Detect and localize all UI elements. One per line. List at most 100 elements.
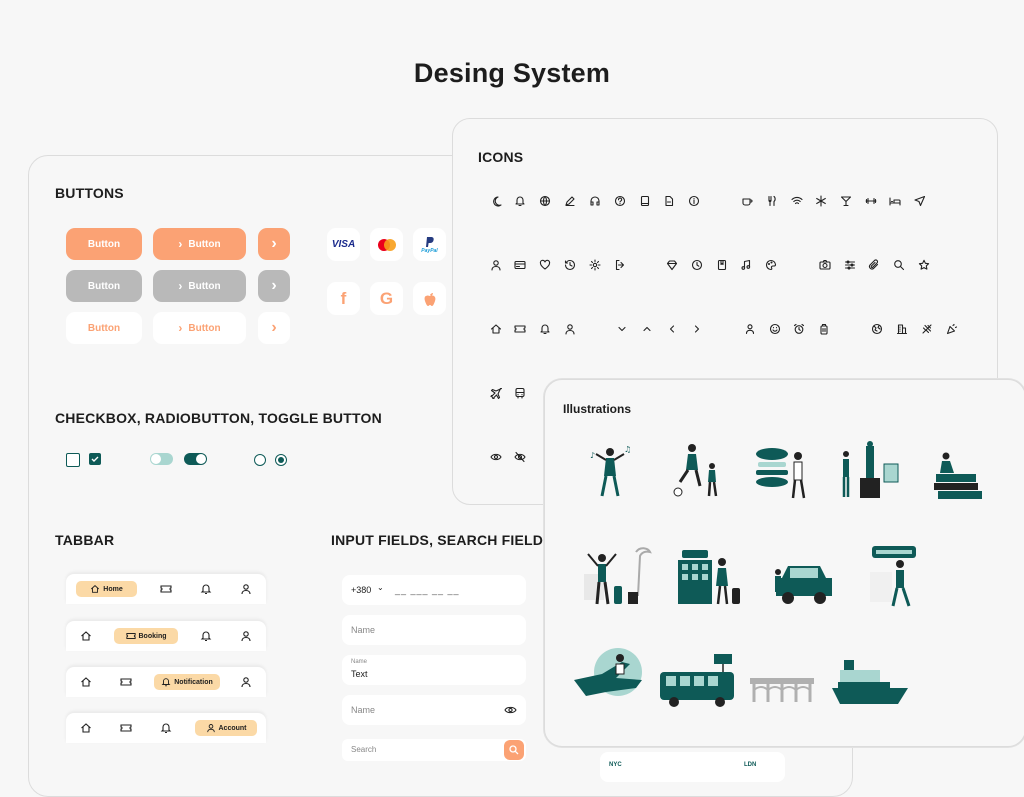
tab-label: Booking: [138, 632, 167, 640]
button-gray[interactable]: Button: [66, 270, 142, 302]
search-icon: [894, 260, 905, 271]
controls-section-title: CHECKBOX, RADIOBUTTON, TOGGLE BUTTON: [55, 410, 382, 426]
radio-selected[interactable]: [275, 454, 287, 466]
user-icon[interactable]: [240, 583, 252, 595]
music-icon: [741, 259, 751, 270]
button-orange[interactable]: Button: [66, 228, 142, 260]
home-icon: [490, 324, 502, 334]
google-button[interactable]: G: [370, 282, 403, 315]
checkbox-unchecked[interactable]: [66, 453, 80, 467]
chevron-right-icon: ›: [271, 277, 277, 294]
user-icon[interactable]: [240, 630, 252, 642]
search-icon: [509, 745, 519, 755]
sliders-icon: [844, 260, 856, 270]
paypal-button[interactable]: PayPal: [413, 228, 446, 261]
home-icon[interactable]: [80, 676, 92, 688]
chevron-up-icon: [643, 326, 651, 332]
tab-account[interactable]: Account: [195, 720, 257, 736]
chevron-down-icon: ⌄: [377, 583, 384, 592]
bell-icon[interactable]: [200, 630, 212, 642]
facebook-button[interactable]: f: [327, 282, 360, 315]
chevron-left-icon: [669, 325, 675, 333]
party-icon: [946, 323, 958, 335]
apple-button[interactable]: [413, 282, 446, 315]
bell-icon[interactable]: [200, 583, 212, 595]
to-code: LDN: [744, 762, 757, 768]
luggage-icon: [820, 323, 828, 335]
button-label: Button: [87, 238, 121, 250]
eye-icon: [490, 453, 502, 461]
ship-illustration: [832, 660, 908, 704]
from-code: NYC: [609, 762, 622, 768]
toggle-off[interactable]: [150, 453, 173, 465]
logout-icon: [615, 259, 625, 271]
bus-illustration: [660, 654, 734, 707]
palette-icon: [765, 259, 777, 271]
button-label: Button: [188, 322, 221, 334]
search-field[interactable]: Search: [342, 739, 526, 761]
plane-up-icon: [914, 195, 926, 207]
home-icon[interactable]: [80, 630, 92, 642]
music-dancer-illustration: ♪♫: [590, 445, 631, 497]
travel-beach-illustration: [584, 547, 652, 605]
phone-field[interactable]: +380 ⌄ __ ___ __ __: [342, 575, 526, 605]
button-white[interactable]: Button: [66, 312, 142, 344]
name-value: Text: [351, 669, 368, 679]
search-button[interactable]: [504, 740, 524, 760]
name-floating-label: Name: [351, 659, 368, 665]
camera-icon: [819, 259, 831, 270]
user-icon[interactable]: [240, 676, 252, 688]
airplane-icon: [922, 324, 932, 334]
eye-off-icon: [514, 451, 526, 463]
flight-card[interactable]: NYC LDN: [600, 752, 785, 782]
name-field-filled[interactable]: Name Text: [342, 655, 526, 685]
radio-dot: [278, 457, 284, 463]
tab-label: Home: [103, 585, 123, 593]
checkbox-checked[interactable]: [89, 453, 101, 465]
visa-button[interactable]: VISA: [327, 228, 360, 261]
bell-icon: [161, 677, 171, 687]
ticket-icon[interactable]: [120, 722, 132, 734]
snowflake-icon: [816, 195, 826, 207]
button-orange-icon-only[interactable]: ›: [258, 228, 290, 260]
icons-section-title: ICONS: [478, 149, 524, 165]
bus-icon: [515, 387, 525, 399]
person-icon: [745, 324, 755, 335]
button-white-icon-only[interactable]: ›: [258, 312, 290, 344]
book-icon: [640, 195, 650, 207]
button-gray-icon-only[interactable]: ›: [258, 270, 290, 302]
visa-icon: VISA: [331, 239, 356, 250]
button-white-with-icon[interactable]: › Button: [153, 312, 246, 344]
museum-statue-illustration: [842, 441, 899, 498]
tab-notification[interactable]: Notification: [154, 674, 220, 690]
bell-icon[interactable]: [160, 722, 172, 734]
welcome-sign-illustration: [870, 546, 916, 607]
chevron-right-icon: ›: [271, 319, 277, 336]
info-icon: [688, 195, 700, 207]
button-gray-with-icon[interactable]: › Button: [153, 270, 246, 302]
chevron-right-icon: ›: [178, 279, 183, 293]
eye-icon[interactable]: [504, 704, 517, 716]
phone-code[interactable]: +380: [351, 585, 371, 595]
tab-booking[interactable]: Booking: [114, 628, 178, 644]
chevron-right-icon: ›: [178, 321, 183, 335]
radio-unselected[interactable]: [254, 454, 266, 466]
headset-icon: [590, 196, 600, 206]
check-icon: [91, 456, 99, 462]
facebook-icon: f: [340, 288, 347, 308]
mastercard-button[interactable]: [370, 228, 403, 261]
button-label: Button: [87, 322, 121, 334]
coffee-icon: [742, 198, 753, 206]
tabbar-booking-active: Booking: [66, 621, 266, 651]
tab-home[interactable]: Home: [76, 581, 137, 597]
button-orange-with-icon[interactable]: › Button: [153, 228, 246, 260]
bridge-illustration: [750, 678, 814, 702]
toggle-on[interactable]: [184, 453, 207, 465]
name-field[interactable]: Name: [342, 615, 526, 645]
airplane-traveler-illustration: [574, 648, 642, 696]
tabbar-home-active: Home: [66, 574, 266, 604]
home-icon[interactable]: [80, 722, 92, 734]
ticket-icon[interactable]: [160, 583, 172, 595]
password-field[interactable]: Name: [342, 695, 526, 725]
ticket-icon[interactable]: [120, 676, 132, 688]
